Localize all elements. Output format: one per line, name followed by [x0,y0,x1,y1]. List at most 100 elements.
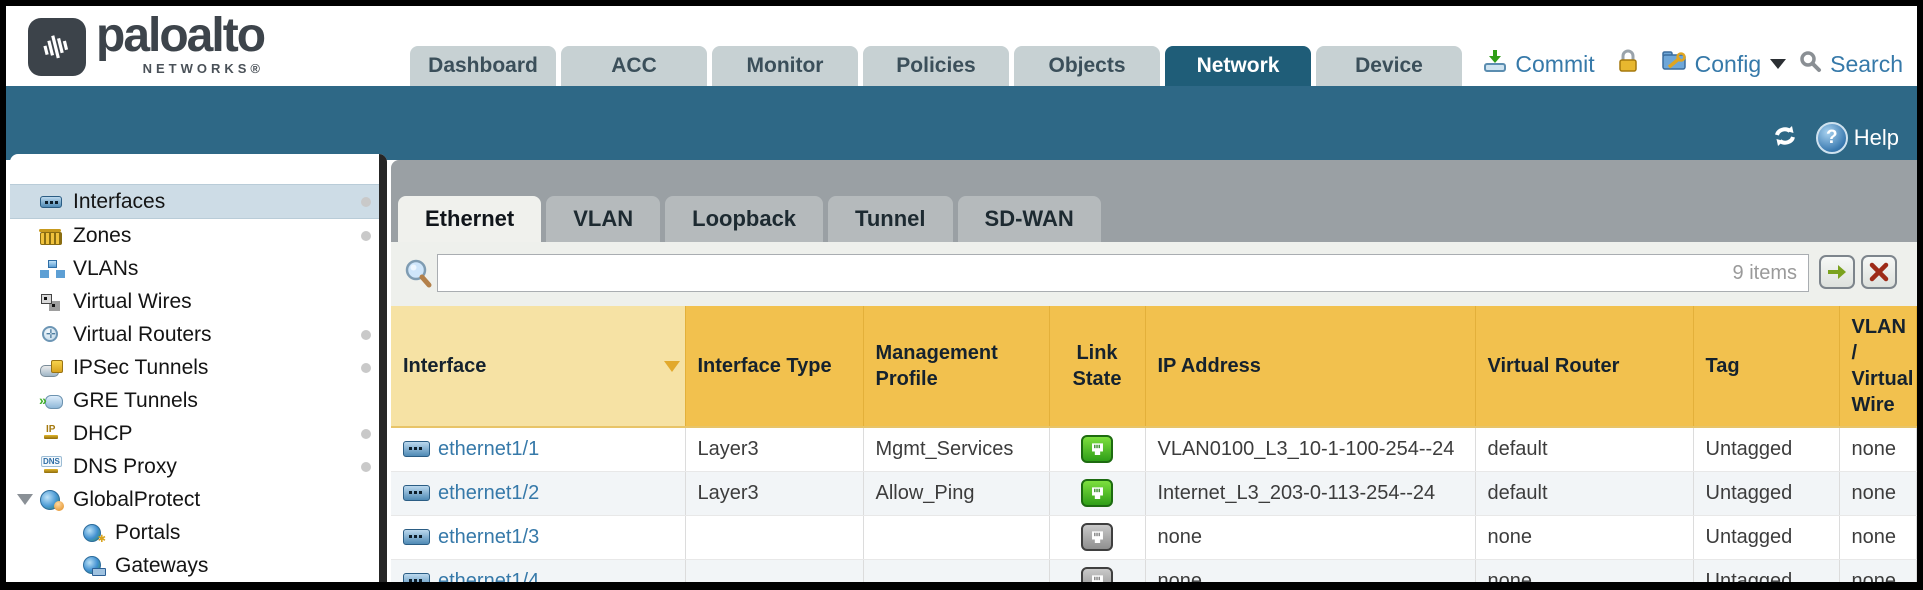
cell-ip-address: none [1145,516,1475,560]
cell-management-profile [863,516,1049,560]
subtab-ethernet[interactable]: Ethernet [398,196,541,242]
cell-interface-type [685,516,863,560]
sidebar-item-virtual-wires[interactable]: Virtual Wires [10,285,387,318]
sub-tabs: EthernetVLANLoopbackTunnelSD-WAN [398,196,1101,242]
interface-link[interactable]: ethernet1/3 [438,526,539,548]
tab-device[interactable]: Device [1316,46,1462,86]
item-count: 9 items [1733,262,1797,285]
paloalto-logo: paloalto NETWORKS® [28,12,264,76]
subtab-sd-wan[interactable]: SD-WAN [958,196,1101,242]
sidebar: Interfaces Zones VLANs Virtual Wires Virtual… [10,154,387,582]
cell-virtual-router: default [1475,427,1693,472]
switch-icon [403,529,430,545]
tab-network[interactable]: Network [1165,46,1311,86]
refresh-icon[interactable] [1770,123,1800,154]
cell-management-profile: Mgmt_Services [863,427,1049,472]
tab-acc[interactable]: ACC [561,46,707,86]
tab-monitor[interactable]: Monitor [712,46,858,86]
search-icon [1798,49,1823,80]
sidebar-item-label: Gateways [115,554,208,578]
top-bar: paloalto NETWORKS® DashboardACCMonitorPo… [6,6,1917,86]
band-right: ? Help [1770,122,1899,154]
clear-filter-button[interactable] [1861,255,1897,289]
cell-interface-type: Layer3 [685,427,863,472]
search-label: Search [1830,51,1903,78]
tab-policies[interactable]: Policies [863,46,1009,86]
sidebar-item-label: IPSec Tunnels [73,356,208,380]
switch-icon [403,441,430,457]
column-header-link-state[interactable]: Link State [1049,306,1145,427]
sort-menu-cell[interactable] [659,306,685,427]
column-header-ip-address[interactable]: IP Address [1145,306,1475,427]
dns-proxy-icon [40,457,64,477]
main-tabs: DashboardACCMonitorPoliciesObjectsNetwor… [410,46,1462,86]
sidebar-item-globalprotect[interactable]: GlobalProtect [10,483,387,516]
tab-objects[interactable]: Objects [1014,46,1160,86]
sidebar-item-dns-proxy[interactable]: DNS Proxy [10,450,387,483]
column-header-interface-type[interactable]: Interface Type [685,306,863,427]
cell-tag: Untagged [1693,427,1839,472]
logo-text: paloalto NETWORKS® [96,12,264,75]
subtab-tunnel[interactable]: Tunnel [828,196,952,242]
app-window: paloalto NETWORKS® DashboardACCMonitorPo… [6,6,1917,582]
interface-link[interactable]: ethernet1/4 [438,570,539,582]
status-dot [361,363,371,373]
filter-input[interactable] [437,254,1809,292]
status-dot [361,429,371,439]
filter-search-icon [403,258,433,295]
search-button[interactable]: Search [1798,49,1903,80]
column-header-vlan-virtual-wire[interactable]: VLAN / Virtual Wire [1839,306,1917,427]
filter-bar: 9 items [391,242,1917,306]
table-body: ethernet1/1Layer3Mgmt_ServicesVLAN0100_L… [391,427,1917,582]
sidebar-item-gre-tunnels[interactable]: GRE Tunnels [10,384,387,417]
commit-button[interactable]: Commit [1482,48,1594,80]
tab-dashboard[interactable]: Dashboard [410,46,556,86]
sidebar-item-label: Virtual Wires [73,290,192,314]
link-state-up-icon [1081,479,1113,507]
dhcp-icon [40,424,64,444]
subtab-vlan[interactable]: VLAN [546,196,660,242]
config-button[interactable]: Config [1661,48,1786,80]
column-header-virtual-router[interactable]: Virtual Router [1475,306,1693,427]
apply-filter-button[interactable] [1819,255,1855,289]
lock-icon [1615,48,1641,80]
sidebar-scrollbar[interactable] [379,154,387,582]
sort-arrow-icon[interactable] [664,361,680,372]
cell-vlan-virtual-wire: none [1839,472,1917,516]
cell-ip-address: Internet_L3_203-0-113-254--24 [1145,472,1475,516]
portals-icon [82,523,106,543]
cell-link-state [1049,516,1145,560]
sidebar-item-ipsec-tunnels[interactable]: IPSec Tunnels [10,351,387,384]
cell-interface: ethernet1/1 [391,427,685,472]
expander-icon[interactable] [17,494,33,505]
sidebar-item-virtual-routers[interactable]: Virtual Routers [10,318,387,351]
subtab-loopback[interactable]: Loopback [665,196,823,242]
cell-virtual-router: default [1475,472,1693,516]
help-icon: ? [1816,122,1848,154]
interface-link[interactable]: ethernet1/1 [438,438,539,460]
column-header-management-profile[interactable]: Management Profile [863,306,1049,427]
lock-button[interactable] [1615,48,1641,80]
logo-brand: paloalto [96,12,264,60]
column-header-interface[interactable]: Interface [391,306,659,427]
cell-ip-address: none [1145,560,1475,583]
table-header-row: Interface Interface Type Management Prof… [391,306,1917,427]
sidebar-item-interfaces[interactable]: Interfaces [10,184,387,219]
commit-label: Commit [1515,51,1594,78]
interface-link[interactable]: ethernet1/2 [438,482,539,504]
help-button[interactable]: ? Help [1816,122,1899,154]
sidebar-item-portals[interactable]: Portals [10,516,387,549]
sidebar-item-vlans[interactable]: VLANs [10,252,387,285]
sidebar-item-dhcp[interactable]: DHCP [10,417,387,450]
column-header-tag[interactable]: Tag [1693,306,1839,427]
cell-interface: ethernet1/2 [391,472,685,516]
sidebar-item-gateways[interactable]: Gateways [10,549,387,582]
sidebar-item-label: DHCP [73,422,133,446]
zones-icon [40,226,64,246]
sidebar-item-zones[interactable]: Zones [10,219,387,252]
virtual-routers-icon [40,325,64,345]
sidebar-item-label: Zones [73,224,131,248]
status-dot [361,462,371,472]
sidebar-item-label: Portals [115,521,180,545]
cell-virtual-router: none [1475,560,1693,583]
